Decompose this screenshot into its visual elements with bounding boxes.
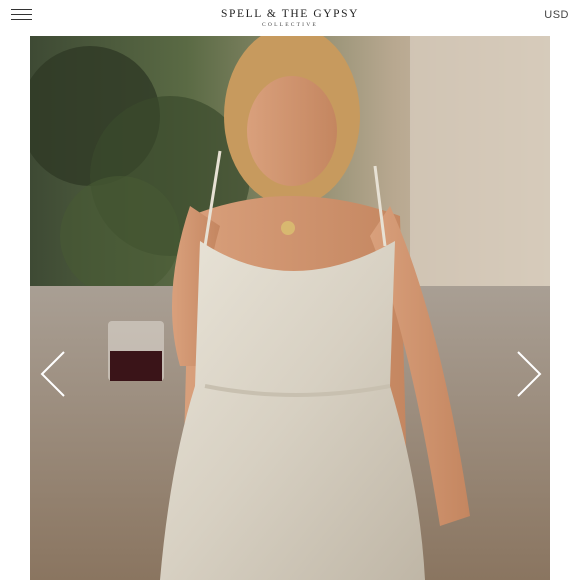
product-photo: [30, 36, 550, 580]
currency-selector[interactable]: USD: [544, 9, 569, 21]
chevron-right-icon: [517, 351, 542, 397]
brand-name: SPELL & THE GYPSY: [220, 8, 360, 20]
previous-image-button[interactable]: [38, 350, 68, 398]
product-image: [30, 36, 550, 580]
brand-subtitle: COLLECTIVE: [262, 22, 318, 28]
brand-logo[interactable]: SPELL & THE GYPSY COLLECTIVE: [0, 8, 580, 29]
chevron-left-icon: [40, 351, 65, 397]
next-image-button[interactable]: [514, 350, 544, 398]
site-header: SPELL & THE GYPSY COLLECTIVE USD: [0, 0, 580, 34]
